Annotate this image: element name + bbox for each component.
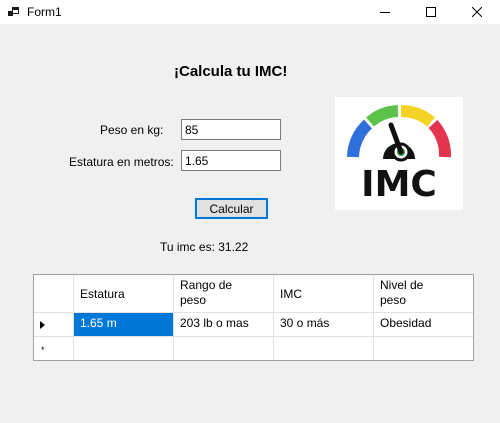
height-input[interactable] (181, 150, 281, 171)
height-label: Estatura en metros: (69, 155, 174, 169)
app-icon (8, 7, 19, 16)
maximize-button[interactable] (408, 0, 454, 24)
column-header-nivel-de-peso[interactable]: Nivel de peso (374, 275, 473, 313)
minimize-button[interactable] (362, 0, 408, 24)
new-row-cell-nivel-de-peso[interactable] (374, 337, 473, 360)
title-bar: Form1 (0, 0, 500, 24)
calculate-button[interactable]: Calcular (195, 198, 268, 219)
column-header-estatura[interactable]: Estatura (74, 275, 174, 313)
column-header-imc[interactable]: IMC (274, 275, 374, 313)
current-row-arrow-icon (40, 321, 45, 329)
new-row-marker[interactable]: * (34, 337, 74, 360)
result-label: Tu imc es: 31.22 (160, 240, 249, 254)
corner-header-cell[interactable] (34, 275, 74, 313)
table-cell-nivel-de-peso[interactable]: Obesidad (374, 313, 473, 337)
column-header-rango-de-peso[interactable]: Rango de peso (174, 275, 274, 313)
close-button[interactable] (454, 0, 500, 24)
table-cell-rango-de-peso[interactable]: 203 lb o mas (174, 313, 274, 337)
window-title: Form1 (27, 5, 62, 19)
page-title: ¡Calcula tu IMC! (174, 63, 288, 80)
imc-logo-text: IMC (361, 164, 437, 205)
maximize-icon (426, 7, 436, 17)
table-cell-estatura[interactable]: 1.65 m (74, 313, 174, 337)
new-row-cell-rango-de-peso[interactable] (174, 337, 274, 360)
close-icon (472, 7, 482, 17)
minimize-icon (380, 12, 390, 13)
table-cell-imc[interactable]: 30 o más (274, 313, 374, 337)
weight-label: Peso en kg: (100, 123, 164, 137)
results-table[interactable]: Estatura Rango de peso IMC Nivel de peso… (33, 274, 474, 361)
new-row-cell-imc[interactable] (274, 337, 374, 360)
new-row-cell-estatura[interactable] (74, 337, 174, 360)
row-header-current[interactable] (34, 313, 74, 337)
weight-input[interactable] (181, 119, 281, 140)
imc-logo: IMC (335, 97, 463, 210)
